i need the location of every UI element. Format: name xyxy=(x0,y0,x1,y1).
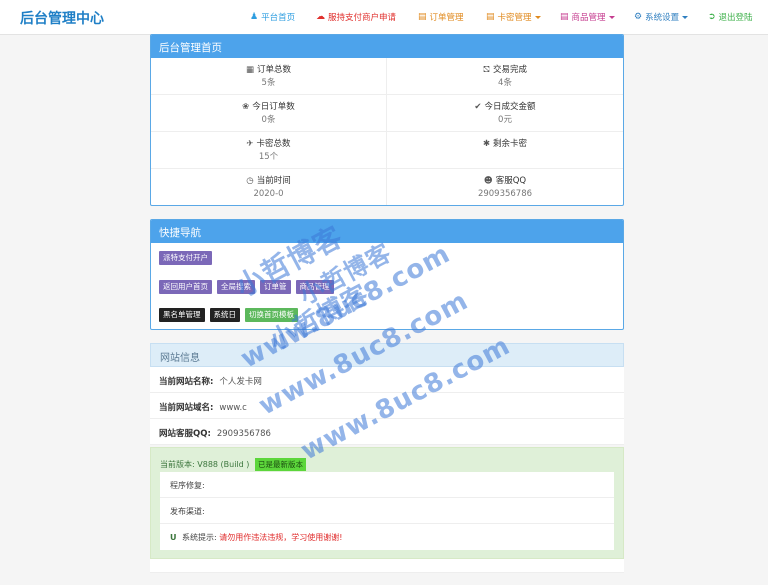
stat-cell: ✈ 卡密总数 15个 xyxy=(151,132,387,169)
site-info-value: 2909356786 xyxy=(216,429,271,439)
nav-cards[interactable]: ▤ 卡密管理 xyxy=(486,11,541,23)
dashboard-panel: 后台管理首页 ▦ 订单总数 5条 ⛞ 交易完成 4条 ❀ 今日订单数 0条 ✔ 今日成交… xyxy=(150,34,624,206)
stat-label: 交易完成 xyxy=(492,65,527,75)
version-details: 程序修复: 发布渠道: U 系统提示: 请勿用作违法违规，学习使用谢谢! xyxy=(160,472,614,550)
stat-value: 0条 xyxy=(261,115,276,125)
nav-home[interactable]: ♟ 平台首页 xyxy=(250,11,295,23)
qq-icon: ☻ xyxy=(483,176,493,186)
nav-logout[interactable]: ➲ 退出登陆 xyxy=(708,11,753,23)
chevron-down-icon xyxy=(534,15,541,19)
stat-cell: ▦ 订单总数 5条 xyxy=(151,58,387,95)
stat-label: 今日成交金额 xyxy=(484,102,536,112)
cloud-icon: ☁ xyxy=(316,12,325,22)
quicknav-title: 快捷导航 xyxy=(151,220,623,243)
stat-cell: ✱ 剩余卡密 xyxy=(387,132,623,169)
channel-label: 发布渠道: xyxy=(170,507,205,516)
version-line: 当前版本: V888 (Build ) 已是最新版本 xyxy=(160,458,306,471)
chevron-down-icon xyxy=(608,15,615,19)
asterisk-icon: ✱ xyxy=(482,139,491,149)
gear-icon: ⚙ xyxy=(634,12,643,22)
stat-label: 当前时间 xyxy=(256,176,291,186)
nav-settings[interactable]: ⚙ 系统设置 xyxy=(634,11,689,23)
site-info-label: 网站客服QQ: xyxy=(159,429,211,439)
nav-cards-label: 卡密管理 xyxy=(497,13,532,23)
version-label: 当前版本: xyxy=(160,460,195,469)
site-info-value: www.c xyxy=(219,403,247,413)
top-navbar: 后台管理中心 ♟ 平台首页 ☁ 服持支付商户申请 ▤ 订单管理 ▤ 卡密管理 ▤… xyxy=(0,0,768,35)
nav-orders[interactable]: ▤ 订单管理 xyxy=(418,11,464,23)
stat-value: 0元 xyxy=(498,115,512,125)
site-info-label: 当前网站域名: xyxy=(159,403,214,413)
dashboard-title: 后台管理首页 xyxy=(151,35,623,58)
version-value: V888 (Build ) xyxy=(197,460,250,469)
site-info-row: 当前网站名称: 个人发卡网 xyxy=(150,367,624,393)
quicknav-row: 派特支付开户 xyxy=(159,251,212,265)
bottom-bar xyxy=(150,559,624,573)
tip-text: 请勿用作违法违规，学习使用谢谢! xyxy=(219,533,343,542)
open-pay-account-button[interactable]: 派特支付开户 xyxy=(159,251,212,265)
nav-orders-label: 订单管理 xyxy=(429,13,464,23)
stat-value: 15个 xyxy=(258,152,279,162)
list-icon: ▤ xyxy=(418,12,427,22)
chevron-down-icon xyxy=(682,15,689,19)
stat-label: 今日订单数 xyxy=(252,102,295,112)
leaf-icon: ❀ xyxy=(242,102,250,112)
check-icon: ✔ xyxy=(474,102,482,112)
goods-icon: ▤ xyxy=(560,12,569,22)
blacklist-button[interactable]: 黑名单管理 xyxy=(159,308,205,322)
nav-apply-label: 服持支付商户申请 xyxy=(328,13,397,23)
repair-label: 程序修复: xyxy=(170,481,205,490)
stat-label: 剩余卡密 xyxy=(493,139,528,149)
site-info-label: 当前网站名称: xyxy=(159,377,214,387)
nav-logout-label: 退出登陆 xyxy=(718,13,753,23)
stat-cell: ☻ 客服QQ 2909356786 xyxy=(387,169,623,205)
nav-goods[interactable]: ▤ 商品管理 xyxy=(560,11,615,23)
logout-icon: ➲ xyxy=(708,12,716,22)
tip-label: 系统提示: xyxy=(182,533,217,542)
card-icon: ▤ xyxy=(486,12,495,22)
nav-goods-label: 商品管理 xyxy=(571,13,606,23)
cart-icon: ⛞ xyxy=(483,65,490,75)
version-panel: 当前版本: V888 (Build ) 已是最新版本 程序修复: 发布渠道: U… xyxy=(150,447,624,559)
stat-cell: ◷ 当前时间 2020-0 xyxy=(151,169,387,205)
stat-value: 2909356786 xyxy=(477,189,533,199)
user-icon: ♟ xyxy=(250,12,259,22)
plane-icon: ✈ xyxy=(246,139,254,149)
stat-label: 卡密总数 xyxy=(256,139,291,149)
nav-home-label: 平台首页 xyxy=(261,13,296,23)
stat-value: 5条 xyxy=(261,78,276,88)
brand-title[interactable]: 后台管理中心 xyxy=(20,8,104,28)
stat-cell: ✔ 今日成交金额 0元 xyxy=(387,95,623,132)
stat-value: 4条 xyxy=(498,78,512,88)
magnet-icon: U xyxy=(170,533,177,542)
stat-value: 2020-0 xyxy=(253,189,284,199)
latest-badge: 已是最新版本 xyxy=(254,458,306,471)
repair-row: 程序修复: xyxy=(160,472,614,498)
clock-icon: ◷ xyxy=(246,176,254,186)
stat-cell: ⛞ 交易完成 4条 xyxy=(387,58,623,95)
nav-settings-label: 系统设置 xyxy=(645,13,680,23)
channel-row: 发布渠道: xyxy=(160,498,614,524)
stat-label: 客服QQ xyxy=(495,176,527,186)
tip-row: U 系统提示: 请勿用作违法违规，学习使用谢谢! xyxy=(160,524,614,550)
grid-icon: ▦ xyxy=(245,65,254,75)
user-home-button[interactable]: 返回用户首页 xyxy=(159,280,212,294)
site-info-value: 个人发卡网 xyxy=(219,377,262,387)
stat-label: 订单总数 xyxy=(257,65,292,75)
nav-apply[interactable]: ☁ 服持支付商户申请 xyxy=(316,11,396,23)
stats-grid: ▦ 订单总数 5条 ⛞ 交易完成 4条 ❀ 今日订单数 0条 ✔ 今日成交金额 0元 ✈… xyxy=(151,58,623,205)
stat-cell: ❀ 今日订单数 0条 xyxy=(151,95,387,132)
system-log-button[interactable]: 系统日 xyxy=(209,308,240,322)
